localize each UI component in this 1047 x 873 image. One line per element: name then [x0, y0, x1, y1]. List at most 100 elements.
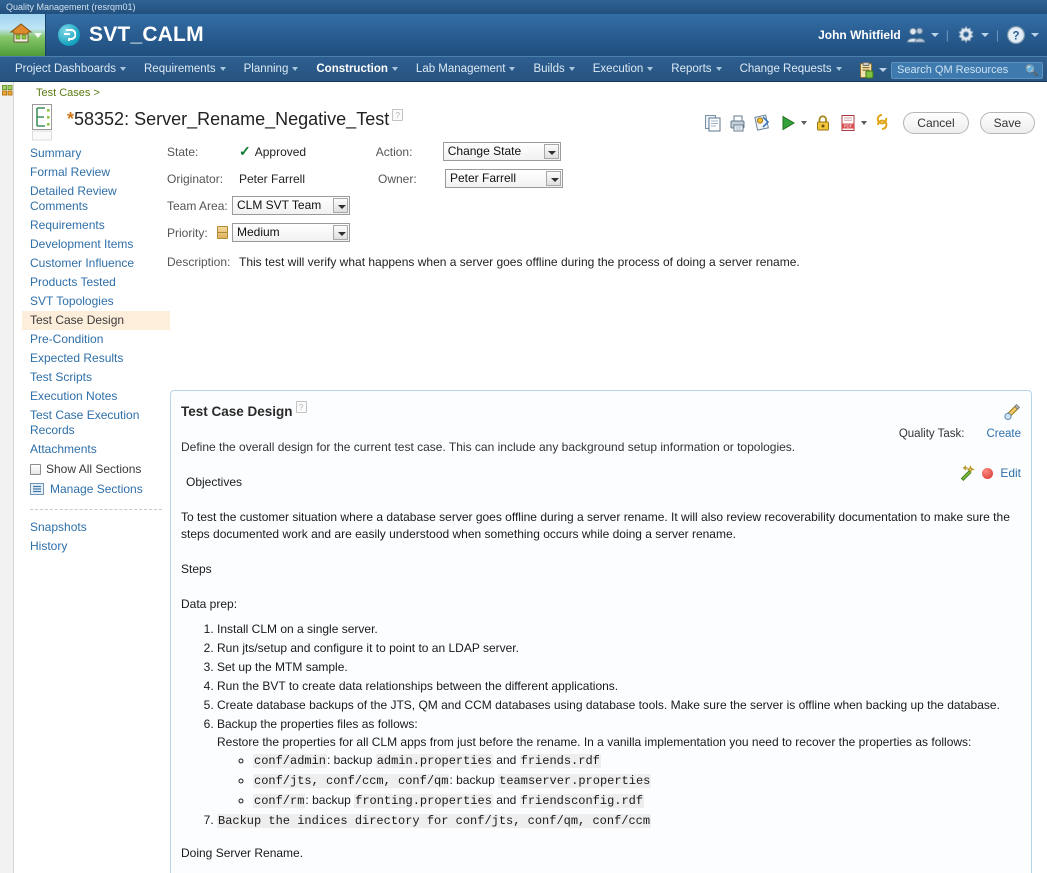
restore-line: Restore the properties for all CLM apps … [217, 735, 972, 750]
gear-dropdown-caret[interactable] [980, 33, 989, 37]
priority-label: Priority: [167, 225, 208, 240]
action-select[interactable]: Change State [442, 142, 561, 161]
sidebar-item-detailed-review-comments[interactable]: Detailed Review Comments [22, 182, 170, 216]
nav-item-lab-management[interactable]: Lab Management [407, 56, 525, 82]
sidebar-item-products-tested[interactable]: Products Tested [22, 273, 170, 292]
print-icon[interactable] [729, 114, 747, 132]
field-row-originator: Originator: Peter Farrell Owner: Peter F… [167, 169, 800, 188]
grid-view-icon[interactable] [2, 85, 13, 96]
owner-select[interactable]: Peter Farrell [445, 169, 563, 188]
clipboard-icon[interactable] [858, 61, 875, 79]
help-dropdown-caret[interactable] [1031, 33, 1039, 37]
pdf-dropdown-caret[interactable] [861, 121, 868, 125]
run-icon[interactable] [779, 114, 797, 132]
quality-task-block: Quality Task: Create [899, 403, 1021, 440]
nav-item-planning[interactable]: Planning [235, 56, 308, 82]
sidebar-item-test-scripts[interactable]: Test Scripts [22, 368, 170, 387]
sidebar-divider [30, 509, 162, 510]
cancel-button[interactable]: Cancel [903, 112, 969, 134]
sidebar-item-summary[interactable]: Summary [22, 144, 170, 163]
sidebar-item-svt-topologies[interactable]: SVT Topologies [22, 292, 170, 311]
manage-sections-link[interactable]: Manage Sections [22, 479, 170, 499]
help-tooltip-icon[interactable]: ? [392, 109, 404, 121]
nav-item-builds[interactable]: Builds [524, 56, 583, 82]
show-all-sections-label: Show All Sections [46, 462, 142, 476]
panel-help-icon[interactable]: ? [295, 401, 307, 413]
list-item: conf/admin: backup admin.properties and … [253, 752, 1017, 769]
sidebar-item-test-case-execution-records[interactable]: Test Case Execution Records [22, 406, 170, 440]
help-icon[interactable]: ? [1006, 25, 1026, 45]
nav-item-construction[interactable]: Construction [307, 56, 407, 82]
nav-label: Builds [533, 63, 565, 75]
people-dropdown-caret[interactable] [930, 33, 939, 37]
sidebar-item-snapshots[interactable]: Snapshots [22, 518, 170, 537]
window-title-bar: Quality Management (resrqm01) [0, 0, 1047, 14]
chevron-down-icon [715, 67, 722, 71]
sidebar-item-development-items[interactable]: Development Items [22, 235, 170, 254]
quality-task-create-link[interactable]: Create [986, 428, 1021, 440]
copy-icon[interactable] [704, 114, 722, 132]
description-label: Description: [167, 254, 231, 269]
svg-text:PDF: PDF [844, 124, 853, 129]
sidebar-item-execution-notes[interactable]: Execution Notes [22, 387, 170, 406]
file-code: friendsconfig.rdf [519, 794, 645, 809]
project-logo-icon [58, 24, 80, 46]
sidebar-item-history[interactable]: History [22, 537, 170, 556]
unsaved-marker: * [67, 109, 75, 129]
pencil-edit-icon[interactable] [1003, 403, 1021, 421]
user-name[interactable]: John Whitfield [818, 28, 901, 42]
chevron-down-icon [835, 67, 842, 71]
manage-sections-label: Manage Sections [50, 482, 143, 496]
nav-item-reports[interactable]: Reports [662, 56, 730, 82]
priority-select[interactable]: Medium [232, 223, 350, 242]
search-icon[interactable]: 🔍 [1025, 64, 1039, 78]
sidebar-item-attachments[interactable]: Attachments [22, 440, 170, 459]
wand-icon[interactable] [959, 465, 975, 481]
home-button[interactable] [0, 14, 46, 56]
nav-item-requirements[interactable]: Requirements [135, 56, 235, 82]
sidebar-item-pre-condition[interactable]: Pre-Condition [22, 330, 170, 349]
nav-item-change-requests[interactable]: Change Requests [731, 56, 851, 82]
steps-heading: Steps [181, 562, 212, 577]
owner-label: Owner: [378, 171, 417, 186]
document-header: *58352: Server_Rename_Negative_Test? PDF… [30, 103, 1039, 143]
priority-medium-icon [217, 226, 228, 239]
red-dot-icon[interactable] [982, 467, 994, 479]
chevron-down-icon [391, 67, 398, 71]
people-icon[interactable] [906, 25, 926, 45]
show-all-sections-checkbox[interactable]: Show All Sections [22, 459, 170, 479]
sidebar-item-customer-influence[interactable]: Customer Influence [22, 254, 170, 273]
search-input[interactable]: Search QM Resources 🔍 [891, 61, 1043, 79]
clipboard-dropdown-caret[interactable] [879, 68, 887, 72]
nav-item-project-dashboards[interactable]: Project Dashboards [6, 56, 135, 82]
home-icon [9, 23, 33, 43]
sidebar-item-formal-review[interactable]: Formal Review [22, 163, 170, 182]
pdf-icon[interactable]: PDF [839, 114, 857, 132]
action-select-value: Change State [447, 144, 522, 158]
refresh-links-icon[interactable] [874, 114, 892, 132]
data-prep-list: Install CLM on a single server. Run jts/… [181, 621, 1017, 829]
mid-text: : backup [305, 793, 355, 808]
gear-icon[interactable] [956, 25, 976, 45]
sidebar-item-requirements[interactable]: Requirements [22, 216, 170, 235]
chevron-down-icon [219, 67, 226, 71]
run-dropdown-caret[interactable] [801, 121, 808, 125]
save-button[interactable]: Save [979, 112, 1035, 134]
priority-select-value: Medium [237, 225, 280, 239]
lock-icon[interactable] [814, 114, 832, 132]
page-title-text: 58352: Server_Rename_Negative_Test [74, 109, 390, 129]
description-value: This test will verify what happens when … [239, 254, 800, 269]
banner-right-tools: John Whitfield | | ? [818, 14, 1039, 56]
team-area-label: Team Area: [167, 198, 228, 213]
edit-link[interactable]: Edit [1000, 466, 1021, 480]
panel-inner: Test Case Design? Quality Task: Create D… [171, 391, 1031, 873]
link-icon[interactable] [754, 114, 772, 132]
breadcrumb[interactable]: Test Cases > [36, 87, 100, 99]
sidebar-item-expected-results[interactable]: Expected Results [22, 349, 170, 368]
home-dropdown-caret[interactable] [34, 33, 42, 38]
chevron-down-icon [543, 144, 559, 159]
sidebar-item-test-case-design[interactable]: Test Case Design [22, 311, 170, 330]
nav-item-execution[interactable]: Execution [584, 56, 663, 82]
team-area-select[interactable]: CLM SVT Team [232, 196, 350, 215]
file-code: teamserver.properties [498, 774, 652, 789]
